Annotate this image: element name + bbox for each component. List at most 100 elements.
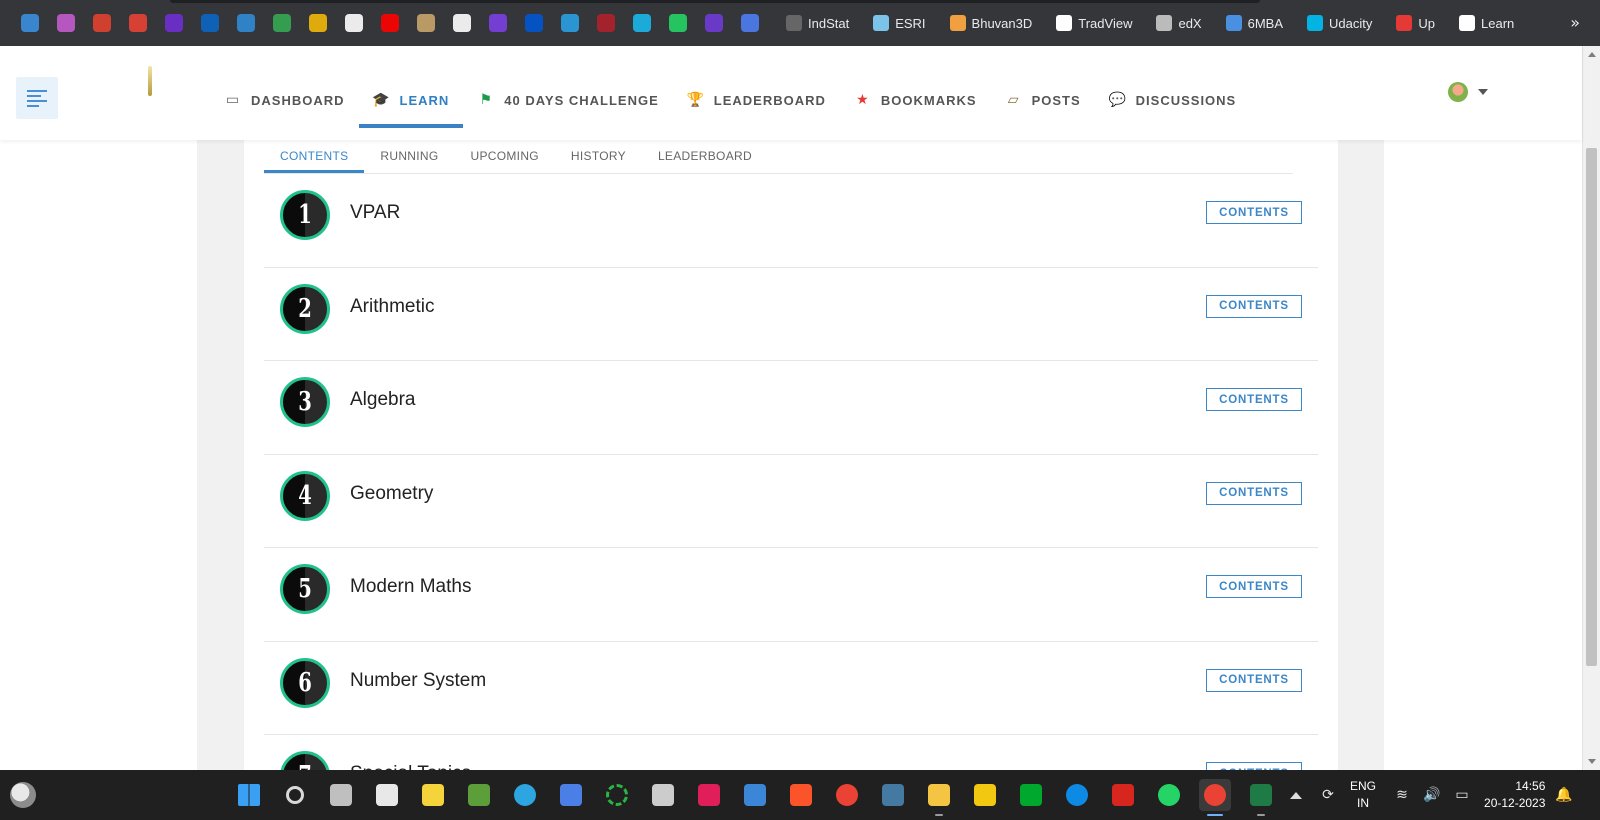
tf-icon[interactable] [741,14,759,32]
loading-ring-icon[interactable] [601,779,633,811]
topic-title[interactable]: Number System [350,670,486,692]
topic-title[interactable]: Geometry [350,483,433,505]
bookmark-indstat[interactable]: IndStat [780,9,855,37]
nav-dashboard[interactable]: ▭ DASHBOARD [210,76,359,124]
topic-title[interactable]: Special Topics [350,763,471,770]
file-explorer-icon[interactable] [923,779,955,816]
contents-button[interactable]: CONTENTS [1206,575,1302,598]
evernote-icon[interactable] [1015,779,1047,811]
whatsapp-app-icon[interactable] [1153,779,1185,811]
nav-learn[interactable]: 🎓 LEARN [358,76,464,128]
language-indicator[interactable]: ENG IN [1350,778,1376,812]
drive-icon[interactable] [273,14,291,32]
topic-title[interactable]: Arithmetic [350,296,434,318]
search-icon[interactable] [279,779,311,811]
u-brand-icon[interactable] [489,14,507,32]
nav-discussions[interactable]: 💬 DISCUSSIONS [1095,76,1251,124]
red-car-icon[interactable] [597,14,615,32]
user-menu[interactable] [1448,82,1488,102]
bookmark-esri[interactable]: ESRI [867,9,931,37]
contents-button[interactable]: CONTENTS [1206,201,1302,224]
bookmark-bhuvan3d[interactable]: Bhuvan3D [944,9,1039,37]
notifications-bell-icon[interactable]: 🔔 [1555,787,1572,803]
nav-posts[interactable]: ▱ POSTS [991,76,1095,124]
youtube-icon[interactable] [381,14,399,32]
scroll-thumb[interactable] [1586,148,1597,666]
topic-row[interactable]: 6 Number System CONTENTS [264,642,1318,735]
terminal-icon[interactable] [647,779,679,811]
topic-row[interactable]: 4 Geometry CONTENTS [264,455,1318,548]
tab-upcoming[interactable]: UPCOMING [455,140,555,172]
power-bi-icon[interactable] [969,779,1001,811]
excel-icon[interactable] [1245,779,1277,816]
task-view-icon[interactable] [325,779,357,811]
chrome-profile-icon[interactable] [1199,779,1231,816]
photo-icon[interactable] [309,14,327,32]
show-hidden-icons-chevron[interactable] [1290,791,1302,799]
topic-row[interactable]: 5 Modern Maths CONTENTS [264,548,1318,642]
windows-start-icon[interactable] [233,779,265,811]
gmail-icon[interactable] [129,14,147,32]
bookmark-tradview[interactable]: TradView [1050,9,1138,37]
bookmark-6mba[interactable]: 6MBA [1220,9,1289,37]
mysql-icon[interactable] [877,779,909,811]
vimeo-icon[interactable] [633,14,651,32]
contents-button[interactable]: CONTENTS [1206,481,1302,505]
upwork-icon[interactable] [705,14,723,32]
chrome-icon[interactable] [831,779,863,811]
topic-title[interactable]: VPAR [350,202,400,224]
tab-history[interactable]: HISTORY [555,140,642,172]
clock[interactable]: 14:56 20-12-2023 [1484,778,1545,812]
contents-button[interactable]: CONTENTS [1206,294,1302,318]
topic-title[interactable]: Modern Maths [350,576,471,598]
scroll-up-arrow[interactable] [1588,52,1596,57]
brave-icon[interactable] [785,779,817,811]
more-bookmarks-button[interactable]: » [1570,13,1580,32]
bookmark-udacity[interactable]: Udacity [1301,9,1378,37]
sync-icon[interactable]: ⟳ [1320,787,1336,803]
google-drive-icon[interactable] [555,779,587,811]
site-logo[interactable] [110,64,190,138]
topic-title[interactable]: Algebra [350,389,416,411]
emblem-icon[interactable] [417,14,435,32]
play-icon[interactable] [237,14,255,32]
brand-b-icon[interactable] [57,14,75,32]
linkedin-icon[interactable] [201,14,219,32]
pen-icon[interactable] [21,14,39,32]
bookmark-up[interactable]: Up [1390,9,1441,37]
yahoo-mail-icon[interactable] [165,14,183,32]
snipping-tool-icon[interactable] [371,779,403,811]
sticky-notes-icon[interactable] [417,779,449,811]
battery-icon[interactable]: ▭ [1454,787,1470,803]
bookmark-edx[interactable]: edX [1150,9,1207,37]
topic-row[interactable]: 3 Algebra CONTENTS [264,361,1318,455]
topic-row[interactable]: 7 Special Topics CONTENTS [264,735,1318,770]
tab-contents[interactable]: CONTENTS [264,140,365,174]
weather-widget-icon[interactable] [10,782,36,808]
edge-icon[interactable] [1061,779,1093,811]
telegram-icon[interactable] [509,779,541,811]
nav-bookmarks[interactable]: ★ BOOKMARKS [840,76,991,124]
acrobat-icon[interactable] [1107,779,1139,811]
tab-running[interactable]: RUNNING [364,140,454,172]
page-scrollbar[interactable] [1582,46,1600,770]
wifi-icon[interactable]: ≋ [1394,787,1410,803]
swirl-icon[interactable] [561,14,579,32]
volume-icon[interactable]: 🔊 [1423,787,1440,803]
nav-40-days-challenge[interactable]: ⚑ 40 DAYS CHALLENGE [463,76,673,124]
tab-leaderboard[interactable]: LEADERBOARD [642,140,768,172]
contents-button[interactable]: CONTENTS [1206,762,1302,770]
ne-icon[interactable] [93,14,111,32]
slack-icon[interactable] [693,779,725,811]
nav-leaderboard[interactable]: 🏆 LEADERBOARD [673,76,840,124]
coursera-icon[interactable] [525,14,543,32]
topic-row[interactable]: 1 VPAR CONTENTS [264,174,1318,268]
scroll-down-arrow[interactable] [1588,759,1596,764]
topic-row[interactable]: 2 Arithmetic CONTENTS [264,268,1318,361]
bookmark-learn[interactable]: Learn [1453,9,1520,37]
sidebar-toggle-button[interactable] [16,77,58,119]
chatgpt-icon[interactable] [453,14,471,32]
whatsapp-icon[interactable] [669,14,687,32]
google-icon[interactable] [345,14,363,32]
contents-button[interactable]: CONTENTS [1206,388,1302,411]
